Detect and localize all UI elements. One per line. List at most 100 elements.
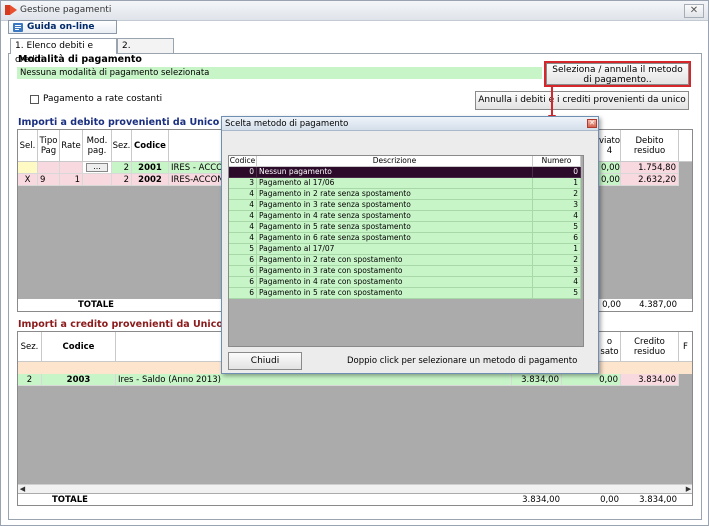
row1-mod-pag-button[interactable]: ... [86, 163, 108, 172]
metodo-descrizione: Pagamento al 17/07 [257, 244, 533, 255]
metodo-row[interactable]: 4 Pagamento in 2 rate senza spostamento 2 [229, 189, 581, 200]
credito-totale-row: TOTALE 3.834,00 0,00 3.834,00 [18, 494, 692, 505]
metodo-numero-rate: 2 [533, 255, 581, 266]
metodo-row[interactable]: 4 Pagamento in 5 rate senza spostamento 5 [229, 222, 581, 233]
row2-rate[interactable]: 1 [60, 174, 83, 186]
modalita-status: Nessuna modalità di pagamento selezionat… [17, 67, 542, 79]
cr-row1-importo: 3.834,00 [512, 374, 562, 386]
hdr-mod-pag: Mod. pag. [83, 130, 112, 162]
metodo-descrizione: Pagamento in 2 rate con spostamento [257, 255, 533, 266]
cr-hdr-credito-residuo: Credito residuo [621, 332, 679, 362]
metodo-descrizione: Pagamento al 17/06 [257, 178, 533, 189]
credito-totale-label: TOTALE [52, 495, 88, 505]
window-title: Gestione pagamenti [20, 5, 112, 15]
mhdr-descrizione: Descrizione [257, 156, 533, 167]
title-bar: Gestione pagamenti ✕ [1, 1, 708, 21]
row1-mod-pag: ... [83, 162, 112, 174]
credito-hscrollbar[interactable]: ◀ ▶ [18, 484, 692, 493]
metodo-descrizione: Pagamento in 2 rate senza spostamento [257, 189, 533, 200]
hdr-codice: Codice [132, 130, 169, 162]
scroll-right-icon[interactable]: ▶ [684, 485, 692, 493]
row2-mod-pag[interactable] [83, 174, 112, 186]
rate-costanti-checkbox[interactable] [30, 95, 39, 104]
tab-riepilogo[interactable]: 2. Riepilogo [117, 38, 174, 65]
metodo-codice: 4 [229, 200, 257, 211]
main-window: Gestione pagamenti ✕ Guida on-line 1. El… [0, 0, 709, 526]
metodo-numero-rate: 2 [533, 189, 581, 200]
cr-row1-sez: 2 [18, 374, 42, 386]
metodo-codice: 6 [229, 255, 257, 266]
window-close-button[interactable]: ✕ [684, 4, 704, 18]
metodo-row[interactable]: 3 Pagamento al 17/06 1 [229, 178, 581, 189]
row1-rate[interactable] [60, 162, 83, 174]
row1-residuo: 1.754,80 [621, 162, 679, 174]
cr-row1-residuo: 3.834,00 [621, 374, 679, 386]
rate-costanti-label: Pagamento a rate costanti [43, 94, 163, 104]
scroll-left-icon[interactable]: ◀ [18, 485, 27, 493]
dialog-close-button[interactable]: ✕ [587, 119, 597, 128]
row2-tipo-pag[interactable]: 9 [38, 174, 60, 186]
metodo-codice: 6 [229, 288, 257, 299]
metodo-row[interactable]: 5 Pagamento al 17/07 1 [229, 244, 581, 255]
row1-sez: 2 [112, 162, 132, 174]
metodo-numero-rate: 4 [533, 277, 581, 288]
chiudi-button[interactable]: Chiudi [228, 352, 302, 370]
metodo-numero-rate: 1 [533, 244, 581, 255]
hdr-descrizione [169, 130, 224, 162]
metodo-row[interactable]: 6 Pagamento in 2 rate con spostamento 2 [229, 255, 581, 266]
metodo-row[interactable]: 0 Nessun pagamento 0 [229, 167, 581, 178]
metodo-numero-rate: 3 [533, 266, 581, 277]
hdr-sel: Sel. [18, 130, 38, 162]
row1-sel[interactable] [18, 162, 38, 174]
row1-tipo-pag[interactable] [38, 162, 60, 174]
guida-online-button[interactable]: Guida on-line [8, 20, 117, 34]
metodo-codice: 6 [229, 277, 257, 288]
row2-descrizione: IRES-ACCON [169, 174, 224, 186]
metodo-codice: 4 [229, 233, 257, 244]
row2-versato: 0,00 [599, 174, 621, 186]
dialog-hint: Doppio click per selezionare un metodo d… [347, 356, 578, 366]
app-icon [5, 5, 17, 15]
cr-hdr-descrizione [116, 332, 222, 362]
cr-hdr-sez: Sez. [18, 332, 42, 362]
metodo-descrizione: Pagamento in 6 rate senza spostamento [257, 233, 533, 244]
cr-row1-descrizione: Ires - Saldo (Anno 2013) [116, 374, 512, 386]
metodi-grid: Codice Descrizione Numero rate 0Nessun p… [228, 155, 584, 347]
metodo-row[interactable]: 4 Pagamento in 4 rate senza spostamento 4 [229, 211, 581, 222]
cr-row1-codice: 2003 [42, 374, 116, 386]
metodo-codice: 5 [229, 244, 257, 255]
metodo-codice: 4 [229, 189, 257, 200]
highlight-box [544, 61, 691, 87]
help-icon [13, 23, 23, 32]
metodo-row[interactable]: 6 Pagamento in 4 rate con spostamento 4 [229, 277, 581, 288]
metodo-codice: 0 [229, 167, 257, 178]
debito-totale-versato: 0,00 [602, 300, 621, 310]
row2-sel[interactable]: X [18, 174, 38, 186]
row2-residuo: 2.632,20 [621, 174, 679, 186]
metodo-descrizione: Pagamento in 5 rate con spostamento [257, 288, 533, 299]
metodo-numero-rate: 0 [533, 167, 581, 178]
credito-totale-utilizzato: 0,00 [600, 495, 619, 505]
row1-codice: 2001 [132, 162, 169, 174]
metodo-descrizione: Pagamento in 5 rate senza spostamento [257, 222, 533, 233]
annulla-debiti-button[interactable]: Annulla i debiti e i crediti provenienti… [475, 91, 689, 110]
metodo-numero-rate: 4 [533, 211, 581, 222]
mhdr-codice: Codice [229, 156, 257, 167]
row1-descrizione: IRES - ACCO [169, 162, 224, 174]
hdr-tipo-pag: Tipo Pag [38, 130, 60, 162]
hdr-extra [679, 130, 692, 162]
metodo-codice: 4 [229, 211, 257, 222]
metodo-row[interactable]: 6 Pagamento in 3 rate con spostamento 3 [229, 266, 581, 277]
metodo-row[interactable]: 6 Pagamento in 5 rate con spostamento 5 [229, 288, 581, 299]
cr-row1-utilizzato: 0,00 [562, 374, 621, 386]
mhdr-numero-rate: Numero rate [533, 156, 581, 175]
debito-totale-residuo: 4.387,00 [639, 300, 677, 310]
metodo-descrizione: Pagamento in 3 rate senza spostamento [257, 200, 533, 211]
metodo-descrizione: Pagamento in 4 rate senza spostamento [257, 211, 533, 222]
metodo-row[interactable]: 4 Pagamento in 6 rate senza spostamento 6 [229, 233, 581, 244]
cr-hdr-extra: F [679, 332, 692, 362]
credito-totale-importo: 3.834,00 [522, 495, 560, 505]
tab-elenco[interactable]: 1. Elenco debiti e crediti [10, 38, 117, 65]
metodo-row[interactable]: 4 Pagamento in 3 rate senza spostamento 3 [229, 200, 581, 211]
metodo-numero-rate: 3 [533, 200, 581, 211]
